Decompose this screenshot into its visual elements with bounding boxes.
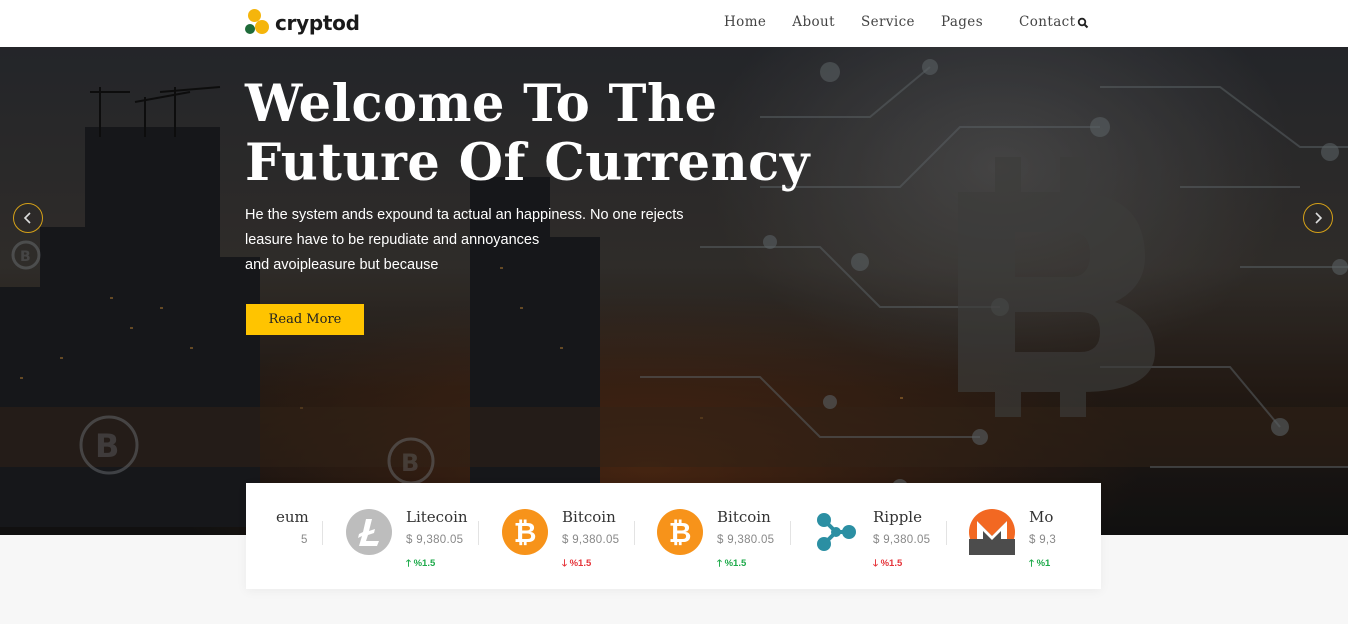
bitcoin-icon: ₿ bbox=[502, 509, 548, 555]
hero-title-line-1: Welcome To The bbox=[245, 74, 718, 134]
nav-about[interactable]: About bbox=[792, 14, 835, 30]
nav-contact[interactable]: Contact bbox=[1019, 14, 1075, 30]
coin-change: 🡓 %1.5 bbox=[562, 558, 592, 569]
coin-price: $ 9,380.05 bbox=[717, 534, 775, 546]
litecoin-icon bbox=[346, 509, 392, 555]
site-header: cryptod Home About Service Pages Contact bbox=[0, 0, 1348, 47]
slider-prev-button[interactable] bbox=[13, 203, 43, 233]
coin-name: Bitcoin bbox=[562, 508, 616, 526]
logo[interactable]: cryptod bbox=[245, 9, 360, 37]
arrow-up-icon: 🡑 bbox=[1029, 558, 1034, 569]
hero-title: Welcome To The Future Of Currency bbox=[245, 75, 865, 193]
coin-item-ripple[interactable]: Ripple $ 9,380.05 🡓 %1.5 bbox=[813, 483, 948, 589]
hero-title-line-2: Future Of Currency bbox=[245, 133, 810, 193]
divider bbox=[790, 521, 791, 545]
coin-price: $ 9,380.05 bbox=[873, 534, 931, 546]
logo-text: cryptod bbox=[275, 11, 360, 35]
svg-text:₿: ₿ bbox=[514, 516, 537, 549]
read-more-button[interactable]: Read More bbox=[246, 304, 364, 335]
main-nav: Home About Service Pages Contact bbox=[724, 14, 1101, 30]
bitcoin-icon: ₿ bbox=[657, 509, 703, 555]
coin-name: Bitcoin bbox=[717, 508, 771, 526]
divider bbox=[322, 521, 323, 545]
crypto-ticker: eum 5 Litecoin $ 9,380.05 🡑 %1.5 ₿ Bitco… bbox=[246, 483, 1101, 589]
coin-change: 🡑 %1.5 bbox=[406, 558, 436, 569]
slider-next-button[interactable] bbox=[1303, 203, 1333, 233]
arrow-up-icon: 🡑 bbox=[406, 558, 411, 569]
divider bbox=[478, 521, 479, 545]
divider bbox=[946, 521, 947, 545]
arrow-down-icon: 🡓 bbox=[873, 558, 878, 569]
coin-item-bitcoin[interactable]: ₿ Bitcoin $ 9,380.05 🡓 %1.5 bbox=[502, 483, 637, 589]
svg-text:₿: ₿ bbox=[669, 516, 692, 549]
chevron-left-icon bbox=[23, 212, 31, 224]
ripple-icon bbox=[817, 513, 856, 551]
hero-desc-line-1: He the system ands expound ta actual an … bbox=[245, 207, 684, 223]
coin-name: eum bbox=[276, 508, 309, 526]
arrow-down-icon: 🡓 bbox=[562, 558, 567, 569]
search-icon[interactable] bbox=[1077, 16, 1089, 29]
coin-item-litecoin[interactable]: Litecoin $ 9,380.05 🡑 %1.5 bbox=[346, 483, 481, 589]
coin-name: Ripple bbox=[873, 508, 922, 526]
hero-slider: B B B Welcome To The Future Of Currency … bbox=[0, 47, 1348, 535]
arrow-up-icon: 🡑 bbox=[717, 558, 722, 569]
hero-desc-line-3: and avoipleasure but because bbox=[245, 257, 439, 273]
chevron-right-icon bbox=[1315, 212, 1323, 224]
coin-price: $ 9,380.05 bbox=[406, 534, 464, 546]
coin-name: Mo bbox=[1029, 508, 1054, 526]
coin-item[interactable]: eum 5 bbox=[246, 483, 326, 589]
coin-price: 5 bbox=[301, 534, 308, 546]
coin-name: Litecoin bbox=[406, 508, 468, 526]
coin-change: 🡓 %1.5 bbox=[873, 558, 903, 569]
coin-item-bitcoin[interactable]: ₿ Bitcoin $ 9,380.05 🡑 %1.5 bbox=[657, 483, 792, 589]
coin-change: 🡑 %1 bbox=[1029, 558, 1051, 569]
coin-change: 🡑 %1.5 bbox=[717, 558, 747, 569]
hero-description: He the system ands expound ta actual an … bbox=[245, 203, 715, 278]
nav-home[interactable]: Home bbox=[724, 14, 766, 30]
hero-desc-line-2: leasure have to be repudiate and annoyan… bbox=[245, 232, 540, 248]
nav-pages[interactable]: Pages bbox=[941, 14, 983, 30]
monero-icon bbox=[969, 509, 1015, 555]
logo-mark-icon bbox=[245, 9, 271, 37]
divider bbox=[634, 521, 635, 545]
coin-price: $ 9,3 bbox=[1029, 534, 1057, 546]
coin-price: $ 9,380.05 bbox=[562, 534, 620, 546]
coin-item-monero[interactable]: Mo $ 9,3 🡑 %1 bbox=[969, 483, 1069, 589]
nav-service[interactable]: Service bbox=[861, 14, 915, 30]
